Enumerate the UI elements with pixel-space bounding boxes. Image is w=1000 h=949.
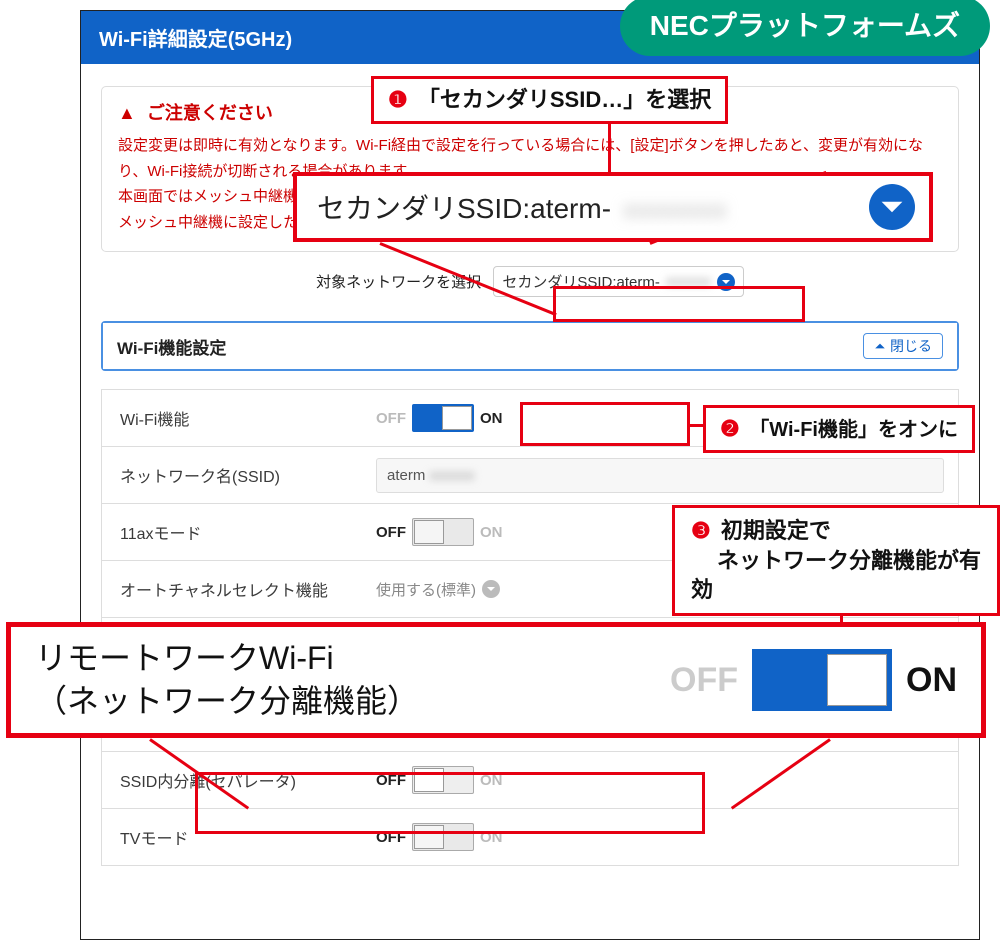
chevron-up-icon xyxy=(874,340,886,352)
warning-icon: ▲ xyxy=(118,103,136,123)
enlarged-rw-toggle: OFF ON xyxy=(670,649,957,711)
target-network-select[interactable]: セカンダリSSID:aterm- xxxxxx xyxy=(493,266,744,297)
chevron-down-icon xyxy=(869,184,915,230)
target-network-label: 対象ネットワークを選択 xyxy=(316,274,481,291)
toggle-on-label: ON xyxy=(480,772,503,789)
row-ssid-sep: SSID内分離(セパレータ) OFF ON xyxy=(102,751,958,808)
enlarged-rw-track xyxy=(752,649,892,711)
callout-2-num: ❷ xyxy=(720,414,740,444)
ssid-prefix: aterm xyxy=(387,467,425,484)
callout-2-connector xyxy=(690,424,703,427)
label-ssid-sep: SSID内分離(セパレータ) xyxy=(102,752,362,808)
chevron-down-icon xyxy=(717,273,735,291)
autochannel-value: 使用する(標準) xyxy=(376,579,476,600)
enlarged-rw-off: OFF xyxy=(670,661,738,700)
target-network-value-blurred: xxxxxx xyxy=(666,273,711,290)
row-tvmode: TVモード OFF ON xyxy=(102,808,958,865)
section-header: Wi-Fi機能設定 閉じる xyxy=(103,323,957,369)
enlarged-dd-blur: xxxxxxxx xyxy=(623,194,727,224)
toggle-knob xyxy=(414,825,444,849)
label-wifi-func: Wi-Fi機能 xyxy=(102,390,362,446)
toggle-on-label: ON xyxy=(480,410,503,427)
toggle-track xyxy=(412,766,474,794)
callout-1-num: ❶ xyxy=(388,85,408,115)
toggle-off-label: OFF xyxy=(376,772,406,789)
target-network-value-prefix: セカンダリSSID:aterm- xyxy=(502,271,660,292)
callout-3-line2: ネットワーク分離機能が有効 xyxy=(691,548,981,603)
toggle-on-label: ON xyxy=(480,524,503,541)
toggle-track xyxy=(412,518,474,546)
enlarged-dropdown: セカンダリSSID:aterm- xxxxxxxx xyxy=(293,172,933,242)
callout-3: ❸ 初期設定で ネットワーク分離機能が有効 xyxy=(672,505,1000,616)
enlarged-remote-work: リモートワークWi-Fi （ネットワーク分離機能） OFF ON xyxy=(6,622,986,738)
callout-1: ❶ 「セカンダリSSID…」を選択 xyxy=(371,76,728,124)
toggle-track xyxy=(412,404,474,432)
callout-1-connector xyxy=(608,118,611,172)
callout-2-text: 「Wi-Fi機能」をオンに xyxy=(749,419,958,441)
collapse-label: 閉じる xyxy=(890,336,932,356)
label-autochannel: オートチャネルセレクト機能 xyxy=(102,561,362,617)
toggle-knob xyxy=(442,406,472,430)
toggle-wifi-func[interactable]: OFF ON xyxy=(376,404,503,432)
toggle-off-label: OFF xyxy=(376,829,406,846)
toggle-off-label: OFF xyxy=(376,410,406,427)
callout-3-num: ❸ xyxy=(691,516,711,546)
row-ssid: ネットワーク名(SSID) aterm xxxxxx xyxy=(102,446,958,503)
ssid-blurred: xxxxxx xyxy=(430,467,475,484)
page-frame: Wi-Fi詳細設定(5GHz) ▲ ご注意ください 設定変更は即時に有効となりま… xyxy=(80,10,980,940)
toggle-ssid-sep[interactable]: OFF ON xyxy=(376,766,503,794)
callout-3-line1: 初期設定で xyxy=(721,518,831,543)
toggle-knob xyxy=(414,520,444,544)
ssid-input[interactable]: aterm xxxxxx xyxy=(376,458,944,493)
enlarged-dd-prefix: セカンダリSSID:aterm- xyxy=(317,193,611,224)
label-11ax: 11axモード xyxy=(102,504,362,560)
toggle-off-label: OFF xyxy=(376,524,406,541)
wifi-section: Wi-Fi機能設定 閉じる xyxy=(101,321,959,371)
toggle-knob xyxy=(414,768,444,792)
toggle-11ax[interactable]: OFF ON xyxy=(376,518,503,546)
enlarged-rw-line2: （ネットワーク分離機能） xyxy=(35,683,419,719)
toggle-track xyxy=(412,823,474,851)
label-tvmode: TVモード xyxy=(102,809,362,865)
callout-2: ❷ 「Wi-Fi機能」をオンに xyxy=(703,405,975,453)
enlarged-rw-knob xyxy=(827,654,887,706)
toggle-on-label: ON xyxy=(480,829,503,846)
enlarged-rw-on: ON xyxy=(906,661,957,700)
callout-1-text: 「セカンダリSSID…」を選択 xyxy=(418,87,711,112)
collapse-button[interactable]: 閉じる xyxy=(863,333,943,359)
notice-title-text: ご注意ください xyxy=(147,103,273,123)
brand-badge: NECプラットフォームズ xyxy=(620,0,990,56)
chevron-down-icon xyxy=(482,580,500,598)
toggle-tvmode[interactable]: OFF ON xyxy=(376,823,503,851)
autochannel-select[interactable]: 使用する(標準) xyxy=(376,579,500,600)
target-network-row: 対象ネットワークを選択 セカンダリSSID:aterm- xxxxxx xyxy=(81,266,979,297)
section-title: Wi-Fi機能設定 xyxy=(117,334,226,359)
label-ssid: ネットワーク名(SSID) xyxy=(102,447,362,503)
enlarged-rw-line1: リモートワークWi-Fi xyxy=(35,640,334,676)
